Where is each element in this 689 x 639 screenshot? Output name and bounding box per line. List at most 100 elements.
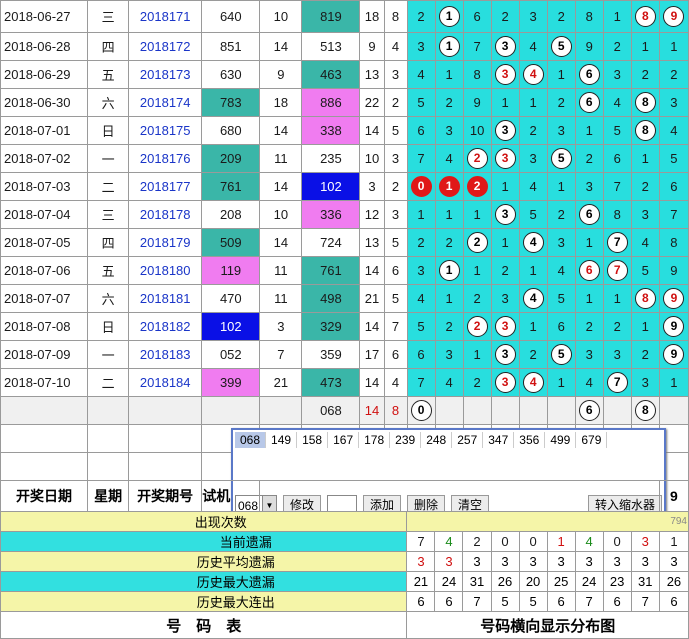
distribution-cell: 3 (490, 144, 520, 173)
issue-number: 2018180 (128, 256, 203, 285)
combination-chip[interactable]: 679 (576, 432, 608, 448)
header-issue: 开奖期号 (128, 480, 203, 512)
distribution-cell: 5 (546, 284, 576, 313)
draw-row: 2018-07-04 三 2018178 208 10 336 12 3 1 1 1 3 5 2 6 8 3 7 (0, 200, 689, 229)
distribution-cell: 2 (462, 368, 492, 397)
occurrences-value: 794 (406, 511, 689, 532)
avg-miss-label: 历史平均遗漏 (0, 551, 408, 572)
stat-value: 0 (490, 531, 520, 552)
issue-number: 2018181 (128, 284, 203, 313)
stat-value: 3 (630, 551, 660, 572)
distribution-cell: 4 (406, 284, 436, 313)
draw-span: 3 (383, 144, 408, 173)
stat-value: 3 (546, 551, 576, 572)
combination-chip[interactable]: 347 (483, 432, 515, 448)
distribution-cell: 4 (518, 60, 548, 89)
distribution-cell: 6 (574, 256, 604, 285)
distribution-cell: 2 (574, 144, 604, 173)
combination-chip[interactable]: 499 (545, 432, 577, 448)
distribution-cell: 3 (490, 340, 520, 369)
issue-number: 2018175 (128, 116, 203, 145)
combination-chip[interactable]: 356 (514, 432, 546, 448)
distribution-cell: 10 (462, 116, 492, 145)
weekday: 日 (87, 312, 130, 341)
distribution-cell: 3 (490, 200, 520, 229)
distribution-cell: 1 (602, 284, 632, 313)
draw-number: 338 (301, 116, 361, 145)
combination-chip[interactable]: 068 (235, 432, 267, 448)
distribution-cell: 5 (602, 116, 632, 145)
predict-draw: 068 (301, 396, 361, 425)
draw-sum: 17 (359, 340, 385, 369)
distribution-cell: 3 (546, 228, 576, 257)
draw-row: 2018-07-02 一 2018176 209 11 235 10 3 7 4 2 3 3 5 2 6 1 5 (0, 144, 689, 173)
hit-ball: 2 (466, 232, 488, 253)
stat-value: 31 (630, 571, 660, 592)
stat-value: 3 (658, 551, 689, 572)
draw-row: 2018-07-08 日 2018182 102 3 329 14 7 5 2 2 3 1 6 2 2 1 9 (0, 312, 689, 341)
hit-ball: 6 (578, 92, 600, 113)
weekday: 五 (87, 256, 130, 285)
test-number: 680 (201, 116, 261, 145)
stat-value: 4 (434, 531, 464, 552)
test-number: 399 (201, 368, 261, 397)
combination-chip[interactable]: 239 (390, 432, 422, 448)
draw-span: 5 (383, 116, 408, 145)
stat-value: 26 (490, 571, 520, 592)
stat-value: 6 (434, 591, 464, 612)
stat-value: 3 (574, 551, 604, 572)
hit-ball: 3 (494, 148, 516, 169)
stat-value: 5 (518, 591, 548, 612)
draw-history-table: 2018-06-27 三 2018171 640 10 819 18 8 2 1 6 2 3 2 8 1 8 9 2… (0, 0, 689, 481)
hit-ball: 8 (634, 288, 656, 309)
draw-date: 2018-07-04 (0, 200, 89, 229)
combination-chip[interactable]: 149 (266, 432, 298, 448)
stat-value: 24 (574, 571, 604, 592)
distribution-cell: 5 (406, 88, 436, 117)
distribution-cell: 2 (434, 228, 464, 257)
distribution-cell: 7 (602, 172, 632, 201)
draw-row: 2018-07-05 四 2018179 509 14 724 13 5 2 2 2 1 4 3 1 7 4 8 (0, 228, 689, 257)
combination-chip[interactable]: 158 (297, 432, 329, 448)
distribution-cell: 1 (462, 256, 492, 285)
distribution-cell: 9 (462, 88, 492, 117)
draw-number: 235 (301, 144, 361, 173)
hit-ball: 3 (494, 64, 516, 85)
stat-value: 31 (462, 571, 492, 592)
distribution-cell: 3 (490, 312, 520, 341)
distribution-cell: 1 (630, 32, 660, 61)
stat-value: 2 (462, 531, 492, 552)
weekday: 四 (87, 228, 130, 257)
test-sum: 11 (259, 144, 303, 173)
distribution-cell: 2 (546, 88, 576, 117)
draw-date: 2018-07-05 (0, 228, 89, 257)
draw-row: 2018-07-06 五 2018180 119 11 761 14 6 3 1 1 2 1 4 6 7 5 9 (0, 256, 689, 285)
weekday: 一 (87, 144, 130, 173)
combination-chip[interactable]: 167 (328, 432, 360, 448)
draw-sum: 14 (359, 312, 385, 341)
hit-ball: 5 (550, 148, 572, 169)
draw-sum: 14 (359, 116, 385, 145)
stat-value: 0 (602, 531, 632, 552)
distribution-cell: 2 (518, 340, 548, 369)
hit-ball: 8 (634, 6, 656, 27)
issue-number: 2018178 (128, 200, 203, 229)
distribution-cell: 2 (462, 172, 492, 201)
distribution-cell: 5 (518, 200, 548, 229)
weekday: 三 (87, 0, 130, 33)
combination-chip[interactable]: 248 (421, 432, 453, 448)
distribution-cell: 4 (518, 172, 548, 201)
draw-date: 2018-07-09 (0, 340, 89, 369)
draw-date: 2018-07-03 (0, 172, 89, 201)
combination-list[interactable]: 068 149 158 167 178 239 248 257 347 356 499 679 (235, 432, 608, 448)
draw-number: 102 (301, 172, 361, 201)
combination-chip[interactable]: 178 (359, 432, 391, 448)
distribution-cell: 3 (574, 340, 604, 369)
distribution-cell: 1 (434, 256, 464, 285)
header-test: 试机 (201, 480, 261, 512)
combination-chip[interactable]: 257 (452, 432, 484, 448)
stat-value: 3 (490, 551, 520, 572)
distribution-cell: 1 (658, 32, 689, 61)
test-number: 208 (201, 200, 261, 229)
stat-value: 3 (630, 531, 660, 552)
